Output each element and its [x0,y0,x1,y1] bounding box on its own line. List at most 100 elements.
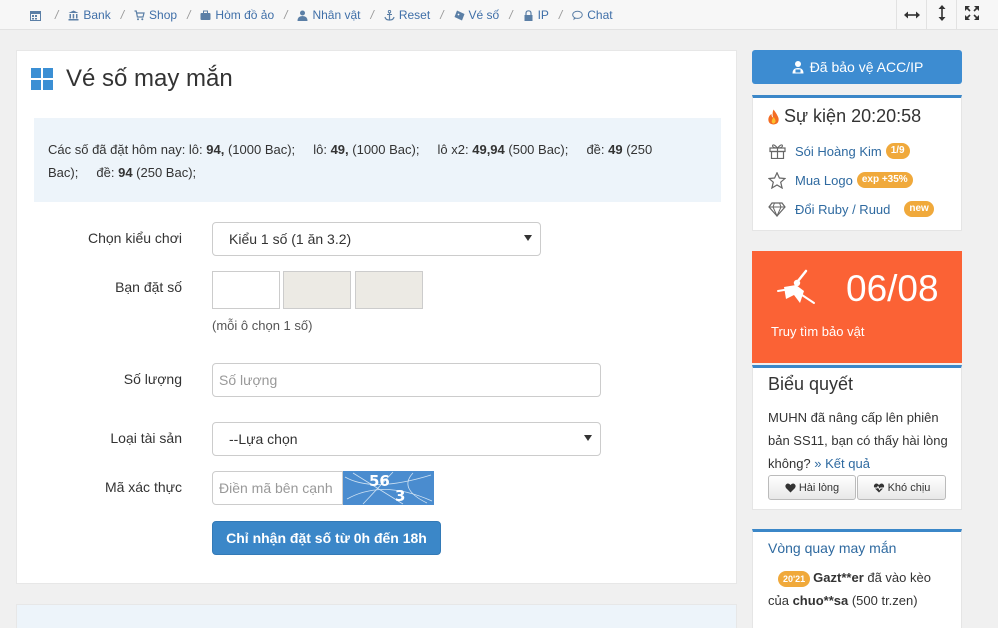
number-box-1[interactable] [212,271,280,309]
diamond-icon [767,200,787,218]
captcha-image[interactable]: 56 3 [343,471,434,505]
nav-separator: / [440,8,444,22]
info-cost: Bac); [48,165,79,180]
nav-bank[interactable]: Bank [68,8,111,22]
poll-card: Biểu quyết MUHN đã nâng cấp lên phiên bả… [752,365,962,510]
nav-label: Bank [83,8,111,22]
info-cost: (500 Bac); [504,142,569,157]
nav-items: / Bank / Shop / Hòm đồ ảo / Nhân vật / R… [30,0,613,30]
spin-text-tail: (500 tr.zen) [848,593,918,608]
event-item-logo[interactable]: Mua Logo exp +35% [767,171,913,189]
cart-icon [134,9,145,21]
captcha-label: Mã xác thực [104,479,182,495]
resize-vertical-button[interactable] [926,0,956,30]
bank-icon [68,10,79,21]
heartbeat-icon [873,483,885,493]
nav-label: Nhân vật [312,8,361,22]
info-label: lô: [313,142,331,157]
nav-character[interactable]: Nhân vật [297,8,361,22]
chevron-down-icon [524,235,532,241]
nav-label: IP [537,8,549,22]
asset-select[interactable]: --Lựa chọn [212,422,601,456]
info-prefix: Các số đã đặt hôm nay: lô: [48,142,207,157]
user-icon [297,10,308,21]
nav-lottery[interactable]: Vé số [454,8,500,22]
nav-separator: / [558,8,563,22]
nav-chat[interactable]: Chat [572,8,613,22]
event-item-label: Mua Logo [795,172,853,188]
numbers-label: Bạn đặt số [115,279,182,295]
heart-icon [785,483,796,493]
chevron-down-icon [584,435,592,441]
fullscreen-button[interactable] [956,0,986,30]
ticket-icon [454,10,465,21]
poll-no-label: Khó chịu [887,481,931,494]
event-badge: new [904,201,934,217]
number-box-3[interactable] [355,271,423,309]
page-title: Vé số may mắn [66,65,233,92]
treasure-hunt-card[interactable]: 06/08 Truy tìm bảo vật [752,251,962,363]
protect-account-button[interactable]: Đã bảo vệ ACC/IP [752,50,962,84]
captcha-digits-top: 56 [369,472,390,490]
fullscreen-icon [964,6,979,24]
submit-button[interactable]: Chỉ nhận đặt số từ 0h đến 18h [212,521,441,555]
resize-horizontal-icon [903,7,920,24]
captcha-digit-bottom: 3 [395,487,405,505]
event-badge: 1/9 [885,143,910,159]
poll-title: Biểu quyết [768,374,854,394]
protect-label: Đã bảo vệ ACC/IP [809,59,924,75]
nav-reset[interactable]: Reset [384,8,430,22]
poll-yes-button[interactable]: Hài lòng [768,475,856,500]
event-item-label: Đổi Ruby / Ruud [795,201,891,217]
nav-label: Vé số [468,8,500,22]
secondary-panel [16,604,737,628]
shield-user-icon [791,60,805,74]
poll-yes-label: Hài lòng [798,481,840,494]
nav-label: Hòm đồ ảo [215,8,275,22]
poll-results-link[interactable]: » Kết quả [814,456,870,471]
info-number: 49 [608,142,623,157]
lucky-spin-card: Vòng quay may mắn 20'21 Gazt**er đã vào k… [752,529,962,628]
briefcase-icon [200,10,211,21]
spin-title[interactable]: Vòng quay may mắn [768,540,896,556]
nav-separator: / [284,8,288,22]
event-badge: exp +35% [856,172,913,188]
info-number: 49,94 [472,142,505,157]
star-icon [767,171,787,189]
info-label: lô x2: [437,142,473,157]
spin-target: chuo**sa [792,593,849,608]
nav-shop[interactable]: Shop [134,8,177,22]
info-cost: (250 [622,142,653,157]
poll-question: MUHN đã nâng cấp lên phiên bản SS11, bạn… [768,406,954,475]
info-cost: (1000 Bac); [224,142,296,157]
placed-numbers-info: Các số đã đặt hôm nay: lô: 94, (1000 Bac… [34,118,721,202]
asset-label: Loại tài sản [110,430,182,446]
number-box-2[interactable] [283,271,351,309]
info-number: 49, [330,142,349,157]
event-item-label: Sói Hoàng Kim [795,143,882,159]
windows-icon [31,68,53,90]
gift-icon [767,142,787,160]
quantity-input[interactable]: Số lượng [212,363,601,397]
play-type-select[interactable]: Kiểu 1 số (1 ăn 3.2) [212,222,541,256]
resize-horizontal-button[interactable] [896,0,926,30]
poll-no-button[interactable]: Khó chịu [857,475,946,500]
fire-icon [767,109,780,125]
spin-user: Gazt**er [813,570,864,585]
captcha-input[interactable]: Điền mã bên cạnh [212,471,343,505]
nav-ip[interactable]: IP [523,8,549,22]
lock-icon [523,9,534,21]
calendar-icon [30,10,41,21]
play-type-value: Kiểu 1 số (1 ăn 3.2) [229,231,352,247]
nav-inventory[interactable]: Hòm đồ ảo [200,8,274,22]
info-label: đề: [96,165,119,180]
event-item-ruby[interactable]: Đổi Ruby / Ruud new [767,200,934,218]
event-item-soi[interactable]: Sói Hoàng Kim 1/9 [767,142,910,160]
treasure-hunter-icon [776,269,818,307]
event-header: Sự kiện 20:20:58 [767,106,921,127]
info-cost: (1000 Bac); [348,142,420,157]
nav-calendar[interactable] [30,10,45,21]
spin-time-badge: 20'21 [778,571,811,587]
nav-label: Shop [149,8,178,22]
nav-separator: / [120,8,125,22]
